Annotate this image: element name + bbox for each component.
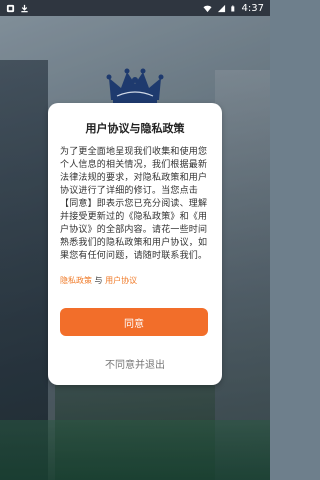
agree-button[interactable]: 同意 (60, 308, 208, 336)
notification-icon (6, 4, 15, 12)
privacy-policy-link[interactable]: 隐私政策 (60, 276, 92, 285)
status-bar: 4:37 (0, 0, 270, 16)
wifi-icon (202, 5, 212, 12)
battery-icon (230, 5, 234, 11)
dialog-body-text: 为了更全面地呈现我们收集和使用您个人信息的相关情况，我们根据最新法律法规的要求，… (60, 147, 208, 261)
status-time: 4:37 (241, 2, 264, 14)
privacy-dialog: 用户协议与隐私政策 为了更全面地呈现我们收集和使用您个人信息的相关情况，我们根据… (48, 103, 222, 385)
user-agreement-link[interactable]: 用户协议 (105, 276, 137, 285)
disagree-exit-button[interactable]: 不同意并退出 (48, 356, 222, 371)
policy-links: 隐私政策 与 用户协议 (60, 275, 212, 286)
signal-icon (217, 4, 225, 12)
links-connector: 与 (94, 276, 103, 285)
dialog-title: 用户协议与隐私政策 (85, 122, 185, 135)
download-icon (21, 4, 28, 12)
